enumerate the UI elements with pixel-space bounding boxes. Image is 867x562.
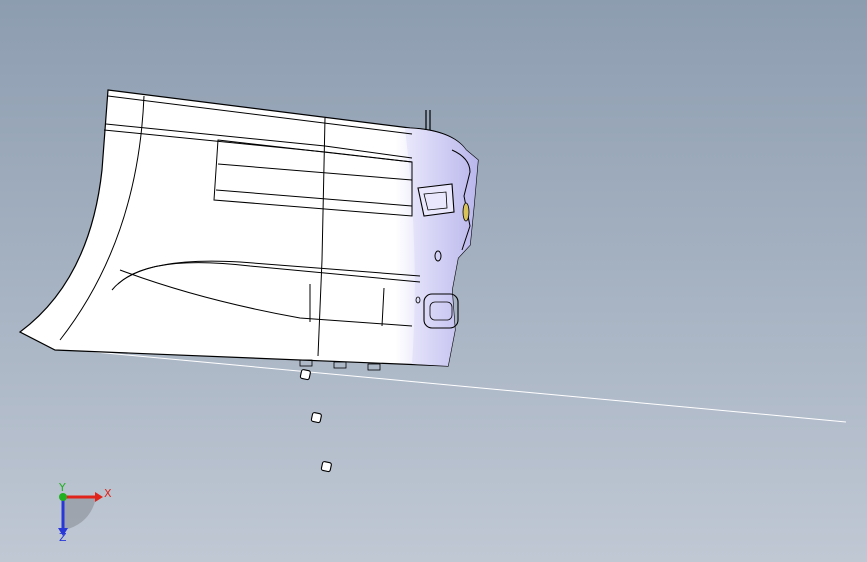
x-axis-label: X	[104, 487, 112, 500]
y-axis-label: Y	[58, 481, 66, 494]
z-axis-label: Z	[59, 531, 67, 544]
triad-shadow	[64, 498, 96, 530]
y-axis-dot	[59, 493, 67, 501]
x-axis-arrowhead	[95, 492, 103, 502]
coordinate-triad: X Y Z	[58, 481, 112, 544]
graphics-viewport[interactable]: X Y Z	[0, 0, 867, 562]
